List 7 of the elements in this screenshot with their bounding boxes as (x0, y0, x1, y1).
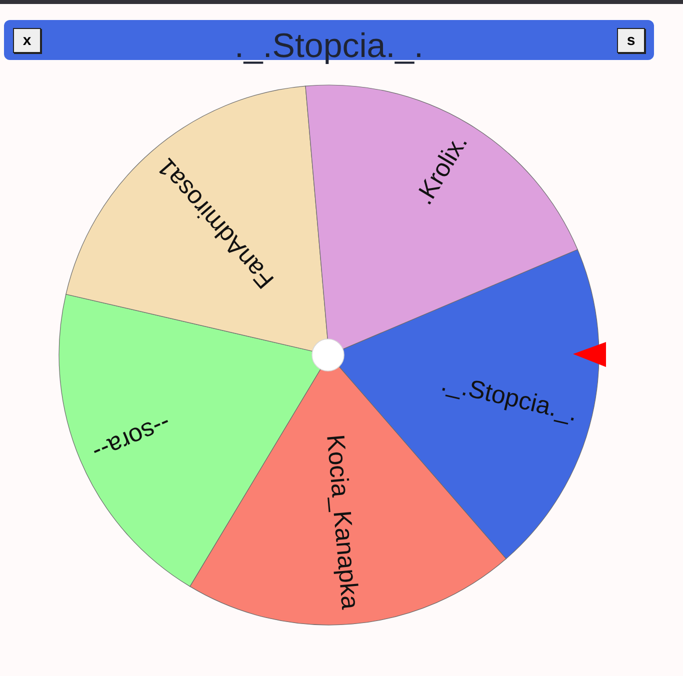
segment-label: --sora-- (88, 408, 175, 467)
segment-label: Kocia_Kanapka (321, 433, 364, 610)
s-button[interactable]: s (616, 28, 645, 52)
wheel-hub (312, 338, 344, 372)
close-button[interactable]: x (13, 28, 41, 52)
header-title: ._.Stopcia._. (234, 29, 424, 63)
pointer-icon (573, 342, 606, 367)
